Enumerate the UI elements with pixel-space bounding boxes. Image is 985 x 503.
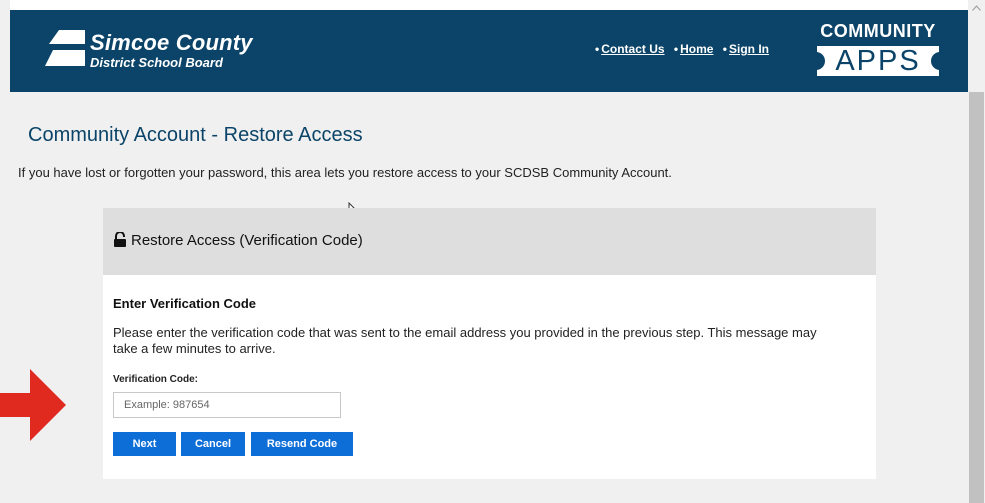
panel-header: Restore Access (Verification Code) (103, 208, 876, 275)
nav-link-sign-in[interactable]: Sign In (729, 42, 769, 56)
logo-mark-icon (45, 30, 85, 66)
nav-item-contact-us: • Contact Us (595, 42, 665, 56)
panel-header-label: Restore Access (Verification Code) (131, 232, 363, 249)
verification-code-input[interactable] (113, 392, 341, 418)
page-title: Community Account - Restore Access (28, 124, 363, 146)
scrollbar-thumb[interactable] (969, 92, 984, 503)
scdsb-logo[interactable]: Simcoe County District School Board (45, 30, 253, 74)
top-strip (10, 0, 968, 10)
restore-access-panel: Restore Access (Verification Code) Enter… (103, 208, 876, 479)
main-content: Community Account - Restore Access If yo… (10, 92, 968, 503)
unlock-icon (114, 231, 126, 247)
nav-bullet: • (595, 42, 600, 56)
section-description: Please enter the verification code that … (113, 325, 817, 356)
cancel-button[interactable]: Cancel (181, 432, 245, 456)
section-title: Enter Verification Code (113, 296, 257, 311)
scroll-up-button[interactable] (968, 0, 985, 17)
apps-logo-top: COMMUNITY (820, 21, 936, 41)
site-header: Simcoe County District School Board • Con… (10, 10, 968, 92)
header-nav: • Contact Us • Home • Sign In (595, 42, 775, 56)
nav-item-home: • Home (674, 42, 714, 56)
chevron-up-icon (972, 5, 981, 11)
red-arrow-icon (0, 369, 66, 441)
community-apps-logo[interactable]: COMMUNITY APPS (807, 21, 949, 81)
panel-header-title: Restore Access (Verification Code) (113, 231, 363, 249)
nav-link-contact-us[interactable]: Contact Us (601, 42, 664, 56)
logo-title: Simcoe County (90, 30, 253, 55)
resend-code-button[interactable]: Resend Code (251, 432, 353, 456)
vertical-scrollbar[interactable] (968, 0, 985, 503)
apps-logo-bottom: APPS (807, 46, 949, 76)
next-button[interactable]: Next (113, 432, 176, 456)
nav-bullet: • (673, 42, 679, 56)
nav-item-sign-in: • Sign In (723, 42, 769, 56)
nav-bullet: • (722, 42, 727, 56)
intro-text: If you have lost or forgotten your passw… (18, 165, 672, 180)
verification-code-label: Verification Code: (113, 374, 199, 385)
nav-link-home[interactable]: Home (680, 42, 713, 56)
page: Simcoe County District School Board • Con… (10, 0, 968, 503)
logo-subtitle: District School Board (90, 55, 223, 70)
